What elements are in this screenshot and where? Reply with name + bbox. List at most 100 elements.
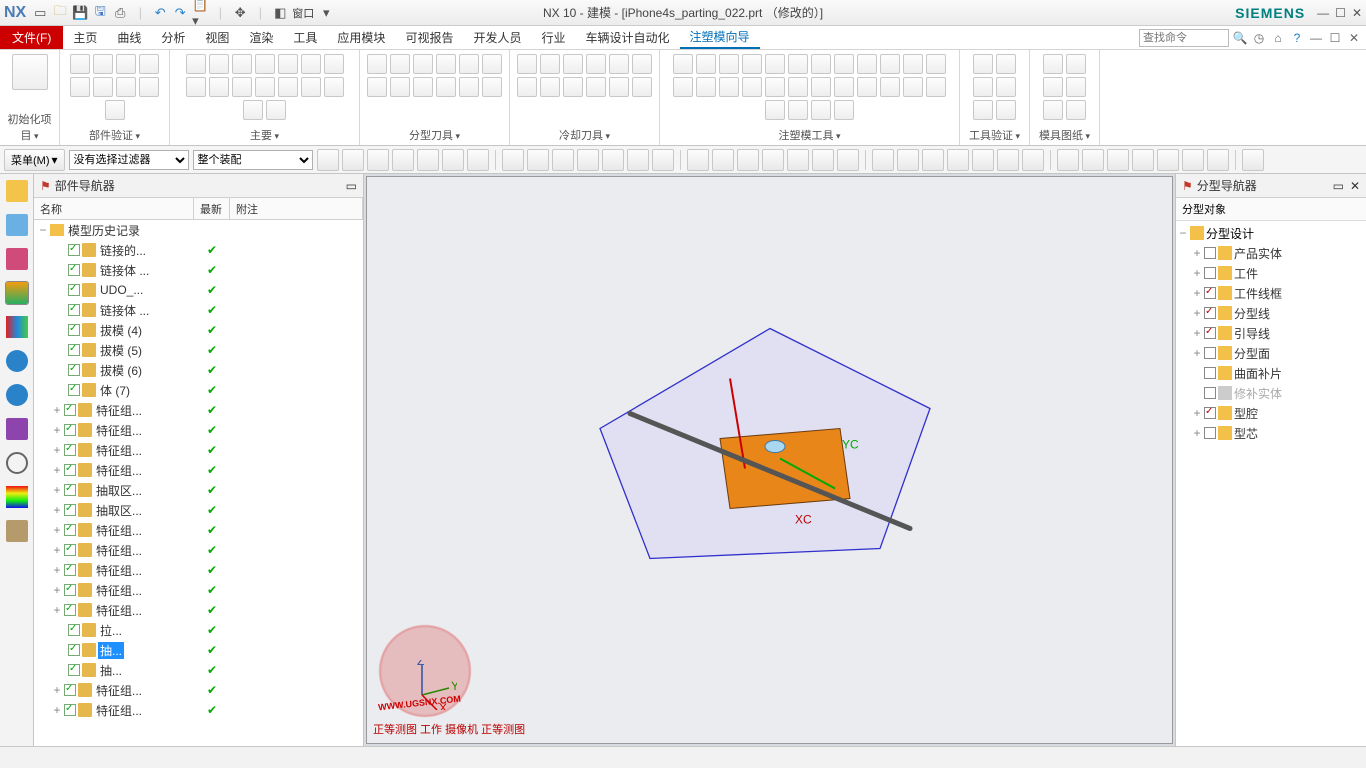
home-icon[interactable]: ⌂	[1270, 30, 1286, 46]
tree-row[interactable]: +分型面	[1178, 343, 1364, 363]
toolbar-button[interactable]	[837, 149, 859, 171]
ribbon-command-icon[interactable]	[609, 54, 629, 74]
checkbox-icon[interactable]	[64, 604, 76, 616]
toolbar-button[interactable]	[442, 149, 464, 171]
ribbon-command-icon[interactable]	[834, 100, 854, 120]
ribbon-command-icon[interactable]	[1043, 100, 1063, 120]
ribbon-command-icon[interactable]	[632, 77, 652, 97]
ribbon-command-icon[interactable]	[390, 77, 410, 97]
ribbon-command-icon[interactable]	[1043, 77, 1063, 97]
ribbon-command-icon[interactable]	[413, 54, 433, 74]
ribbon-command-icon[interactable]	[436, 54, 456, 74]
ribbon-command-icon[interactable]	[563, 77, 583, 97]
print-icon[interactable]: ⎙	[112, 5, 128, 21]
checkbox-icon[interactable]	[68, 624, 80, 636]
tree-row[interactable]: +特征组...✔	[34, 540, 363, 560]
rail-assembly-icon[interactable]	[6, 214, 28, 236]
checkbox-icon[interactable]	[68, 664, 80, 676]
toolbar-button[interactable]	[1057, 149, 1079, 171]
tree-row[interactable]: +型腔	[1178, 403, 1364, 423]
checkbox-icon[interactable]	[64, 584, 76, 596]
ribbon-command-icon[interactable]	[673, 54, 693, 74]
ribbon-tab[interactable]: 可视报告	[395, 26, 463, 49]
tree-row[interactable]: +引导线	[1178, 323, 1364, 343]
rail-nav-icon[interactable]	[6, 180, 28, 202]
tree-row[interactable]: +产品实体	[1178, 243, 1364, 263]
new-icon[interactable]: ▭	[32, 5, 48, 21]
checkbox-icon[interactable]	[64, 484, 76, 496]
rail-part-icon[interactable]	[6, 282, 28, 304]
checkbox-icon[interactable]	[64, 704, 76, 716]
ribbon-command-icon[interactable]	[186, 54, 206, 74]
tree-row[interactable]: +特征组...✔	[34, 560, 363, 580]
checkbox-icon[interactable]	[1204, 407, 1216, 419]
ribbon-command-icon[interactable]	[70, 77, 90, 97]
ribbon-command-icon[interactable]	[482, 77, 502, 97]
open-icon[interactable]: 🗀	[52, 5, 68, 21]
toolbar-button[interactable]	[577, 149, 599, 171]
toolbar-button[interactable]	[602, 149, 624, 171]
tree-row[interactable]: +特征组...✔	[34, 400, 363, 420]
checkbox-icon[interactable]	[1204, 287, 1216, 299]
parting-tree[interactable]: −分型设计+产品实体+工件+工件线框+分型线+引导线+分型面曲面补片修补实体+型…	[1176, 221, 1366, 746]
tree-row[interactable]: 抽...✔	[34, 660, 363, 680]
ribbon-command-icon[interactable]	[719, 54, 739, 74]
ribbon-command-icon[interactable]	[811, 77, 831, 97]
dropdown-icon[interactable]: ▾	[318, 5, 334, 21]
menu-button[interactable]: 菜单(M)▾	[4, 149, 65, 171]
ribbon-tab[interactable]: 车辆设计自动化	[575, 26, 679, 49]
toolbar-button[interactable]	[367, 149, 389, 171]
maximize-button[interactable]: ☐	[1335, 6, 1346, 20]
rail-constraint-icon[interactable]	[6, 248, 28, 270]
ribbon-command-icon[interactable]	[139, 77, 159, 97]
help-icon[interactable]: ?	[1289, 30, 1305, 46]
toolbar-button[interactable]	[947, 149, 969, 171]
ribbon-command-icon[interactable]	[719, 77, 739, 97]
ribbon-command-icon[interactable]	[765, 77, 785, 97]
checkbox-icon[interactable]	[1204, 387, 1216, 399]
ribbon-command-icon[interactable]	[811, 54, 831, 74]
checkbox-icon[interactable]	[68, 344, 80, 356]
ribbon-command-icon[interactable]	[186, 77, 206, 97]
ribbon-command-icon[interactable]	[209, 54, 229, 74]
ribbon-command-icon[interactable]	[482, 54, 502, 74]
ribbon-command-icon[interactable]	[696, 77, 716, 97]
toolbar-button[interactable]	[872, 149, 894, 171]
ribbon-command-icon[interactable]	[232, 77, 252, 97]
toolbar-button[interactable]	[652, 149, 674, 171]
checkbox-icon[interactable]	[64, 464, 76, 476]
ribbon-command-icon[interactable]	[367, 54, 387, 74]
toolbar-button[interactable]	[1242, 149, 1264, 171]
rail-color-icon[interactable]	[6, 486, 28, 508]
undo-icon[interactable]: ↶	[152, 5, 168, 21]
ribbon-command-icon[interactable]	[563, 54, 583, 74]
panel-opts-icon[interactable]: ▭	[346, 179, 357, 193]
touch-icon[interactable]: ✥	[232, 5, 248, 21]
ribbon-command-icon[interactable]	[742, 77, 762, 97]
ribbon-tab[interactable]: 分析	[151, 26, 195, 49]
checkbox-icon[interactable]	[68, 644, 80, 656]
ribbon-command-icon[interactable]	[973, 100, 993, 120]
graphics-viewport[interactable]: YC XC Z Y X 正等测图 工作 摄像机 正等测图	[364, 174, 1176, 746]
ribbon-command-icon[interactable]	[903, 77, 923, 97]
toolbar-button[interactable]	[897, 149, 919, 171]
ribbon-tab[interactable]: 开发人员	[463, 26, 531, 49]
ribbon-command-icon[interactable]	[788, 77, 808, 97]
ribbon-tab[interactable]: 注塑模向导	[680, 26, 760, 49]
ribbon-command-icon[interactable]	[324, 77, 344, 97]
ribbon-command-icon[interactable]	[811, 100, 831, 120]
toolbar-button[interactable]	[527, 149, 549, 171]
tree-row[interactable]: +抽取区...✔	[34, 480, 363, 500]
ribbon-command-icon[interactable]	[1066, 100, 1086, 120]
tree-row[interactable]: UDO_...✔	[34, 280, 363, 300]
checkbox-icon[interactable]	[68, 364, 80, 376]
tree-row[interactable]: +工件线框	[1178, 283, 1364, 303]
tree-row[interactable]: 链接体 ...✔	[34, 260, 363, 280]
checkbox-icon[interactable]	[64, 404, 76, 416]
tree-row[interactable]: 拔模 (5)✔	[34, 340, 363, 360]
tree-row[interactable]: +特征组...✔	[34, 520, 363, 540]
ribbon-command-icon[interactable]	[209, 77, 229, 97]
recent-icon[interactable]: ◷	[1251, 30, 1267, 46]
rail-info-icon[interactable]	[6, 350, 28, 372]
toolbar-button[interactable]	[1207, 149, 1229, 171]
